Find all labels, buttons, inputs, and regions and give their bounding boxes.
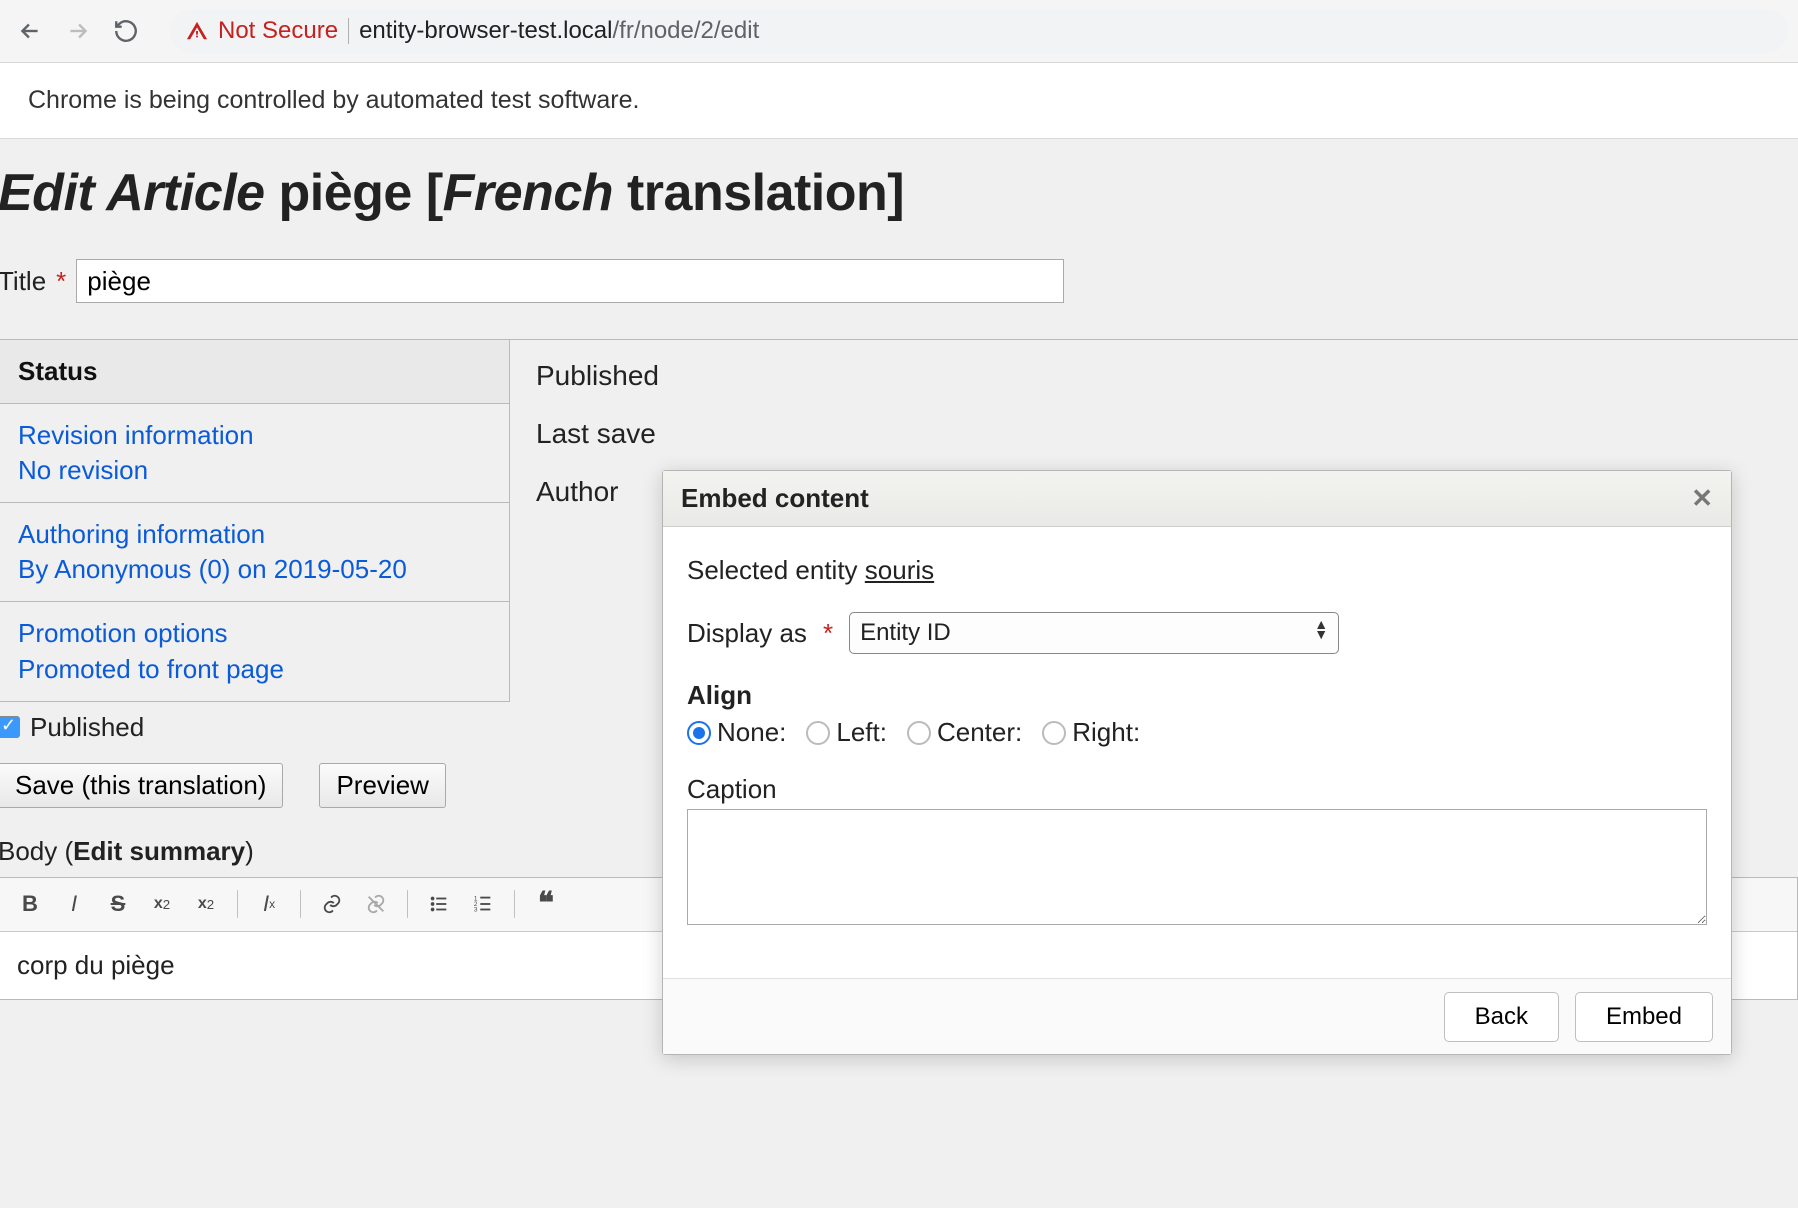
link-button[interactable] [311, 884, 353, 924]
edit-summary-link[interactable]: Edit summary [73, 836, 245, 866]
modal-header: Embed content ✕ [663, 471, 1731, 527]
published-checkbox-label: Published [30, 712, 144, 743]
embed-button[interactable]: Embed [1575, 992, 1713, 1042]
numbered-list-button[interactable]: 123 [462, 884, 504, 924]
meta-last-saved: Last save [536, 418, 1772, 450]
toolbar-separator [237, 890, 238, 918]
caption-textarea[interactable] [687, 809, 1707, 925]
svg-text:3: 3 [474, 906, 478, 913]
title-field-row: Title * [0, 259, 1798, 303]
display-as-label: Display as [687, 618, 807, 649]
radio-off-icon [1042, 721, 1066, 745]
radio-off-icon [907, 721, 931, 745]
blockquote-button[interactable]: ❝ [525, 884, 567, 924]
selected-entity-row: Selected entity souris [687, 555, 1707, 586]
checkbox-checked-icon[interactable] [0, 716, 20, 738]
address-url: entity-browser-test.local/fr/node/2/edit [359, 17, 759, 45]
title-input[interactable] [76, 259, 1064, 303]
vtab-authoring[interactable]: Authoring information By Anonymous (0) o… [0, 503, 509, 602]
modal-close-button[interactable]: ✕ [1691, 483, 1713, 514]
bullet-list-button[interactable] [418, 884, 460, 924]
meta-published: Published [536, 360, 1772, 392]
toolbar-separator [514, 890, 515, 918]
reload-button[interactable] [106, 11, 146, 51]
vtab-status[interactable]: Status [0, 340, 509, 404]
vertical-tabs: Status Revision information No revision … [0, 340, 510, 702]
bullet-list-icon [428, 893, 450, 915]
align-row: Align None: Left: Center: Right: [687, 680, 1707, 748]
remove-format-button[interactable]: Ix [248, 884, 290, 924]
link-icon [321, 893, 343, 915]
toolbar-separator [300, 890, 301, 918]
save-button[interactable]: Save (this translation) [0, 763, 283, 808]
back-button-modal[interactable]: Back [1444, 992, 1559, 1042]
italic-button[interactable]: I [53, 884, 95, 924]
automation-banner: Chrome is being controlled by automated … [0, 63, 1798, 139]
page-title: Edit Article piège [French translation] [0, 139, 1798, 259]
not-secure-label: Not Secure [218, 17, 338, 45]
bold-button[interactable]: B [9, 884, 51, 924]
vtab-revision[interactable]: Revision information No revision [0, 404, 509, 503]
caption-row: Caption [687, 774, 1707, 932]
toolbar-separator [407, 890, 408, 918]
address-separator [348, 18, 349, 44]
numbered-list-icon: 123 [472, 893, 494, 915]
browser-toolbar: Not Secure entity-browser-test.local/fr/… [0, 0, 1798, 63]
align-label: Align [687, 680, 1707, 711]
back-button[interactable] [10, 11, 50, 51]
preview-button[interactable]: Preview [319, 763, 445, 808]
arrow-left-icon [17, 18, 43, 44]
strike-button[interactable]: S [97, 884, 139, 924]
modal-body: Selected entity souris Display as * Enti… [663, 527, 1731, 978]
align-left-radio[interactable]: Left: [806, 717, 887, 748]
required-asterisk: * [823, 618, 833, 649]
radio-off-icon [806, 721, 830, 745]
embed-modal: Embed content ✕ Selected entity souris D… [662, 470, 1732, 1055]
selected-entity-link[interactable]: souris [865, 555, 934, 585]
forward-button[interactable] [58, 11, 98, 51]
required-asterisk: * [56, 266, 66, 297]
caption-label: Caption [687, 774, 1707, 805]
display-as-select[interactable]: Entity ID ▲▼ [849, 612, 1339, 654]
display-as-row: Display as * Entity ID ▲▼ [687, 612, 1707, 654]
modal-footer: Back Embed [663, 978, 1731, 1054]
warning-triangle-icon [186, 20, 208, 42]
superscript-button[interactable]: x2 [141, 884, 183, 924]
unlink-button[interactable] [355, 884, 397, 924]
reload-icon [113, 18, 139, 44]
arrow-right-icon [65, 18, 91, 44]
select-arrows-icon: ▲▼ [1314, 619, 1328, 639]
vtab-promotion[interactable]: Promotion options Promoted to front page [0, 602, 509, 701]
radio-on-icon [687, 721, 711, 745]
align-none-radio[interactable]: None: [687, 717, 786, 748]
title-label: Title [0, 266, 46, 297]
address-bar[interactable]: Not Secure entity-browser-test.local/fr/… [170, 9, 1788, 53]
subscript-button[interactable]: x2 [185, 884, 227, 924]
unlink-icon [365, 893, 387, 915]
modal-title: Embed content [681, 483, 869, 514]
align-right-radio[interactable]: Right: [1042, 717, 1140, 748]
align-center-radio[interactable]: Center: [907, 717, 1022, 748]
